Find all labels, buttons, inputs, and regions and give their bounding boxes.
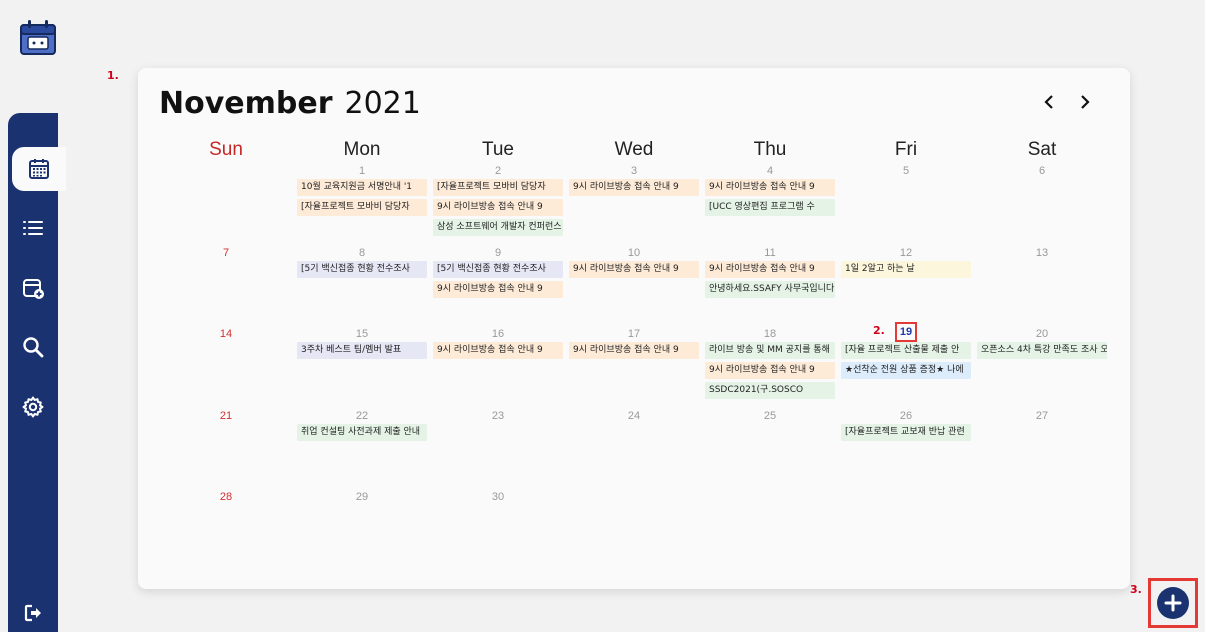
date-cell[interactable]: 21 (158, 410, 294, 422)
event-item[interactable]: SSDC2021(구.SOSCO (705, 382, 835, 399)
date-cell[interactable]: 26 (838, 410, 974, 422)
prev-month-button[interactable] (1037, 90, 1061, 114)
month-title: November 2021 (159, 86, 421, 121)
date-cell[interactable]: 22 (294, 410, 430, 422)
event-item[interactable]: 3주차 베스트 팀/멤버 발표 (297, 342, 427, 359)
date-cell[interactable]: 7 (158, 247, 294, 259)
date-cell[interactable]: 15 (294, 328, 430, 340)
date-cell[interactable]: 20 (974, 328, 1110, 340)
day-header-wed: Wed (614, 139, 654, 160)
day-header-sat: Sat (1027, 139, 1057, 160)
today-date-cell[interactable]: 19 (838, 322, 974, 342)
event-item[interactable]: 9시 라이브방송 접속 안내 9 (705, 260, 835, 278)
month-label: November (159, 86, 333, 121)
event-item[interactable]: 취업 컨설팅 사전과제 제출 안내 (297, 423, 427, 441)
event-item[interactable]: 오픈소스 4차 특강 만족도 조사 오 (977, 342, 1107, 359)
date-cell[interactable]: 8 (294, 247, 430, 259)
calendar-add-icon (23, 279, 44, 299)
event-item[interactable]: 9시 라이브방송 접속 안내 9 (569, 260, 699, 278)
annotation-1: 1. (107, 69, 119, 82)
date-cell[interactable]: 11 (702, 247, 838, 259)
app-logo-icon[interactable] (18, 18, 58, 58)
date-cell[interactable]: 10 (566, 247, 702, 259)
chevron-left-icon (1044, 95, 1053, 109)
day-header-mon: Mon (343, 139, 381, 160)
event-item[interactable]: [5기 백신접종 현황 전수조사 (297, 260, 427, 278)
event-item[interactable]: [5기 백신접종 현황 전수조사 (433, 260, 563, 278)
day-header-thu: Thu (753, 139, 787, 160)
nav-search[interactable] (8, 325, 58, 369)
date-cell[interactable]: 5 (838, 165, 974, 177)
date-cell[interactable]: 24 (566, 410, 702, 422)
day-header-sun: Sun (209, 139, 243, 160)
event-item[interactable]: 라이브 방송 및 MM 공지를 통해 (705, 342, 835, 359)
nav-calendar[interactable] (12, 147, 66, 191)
date-cell[interactable]: 1 (294, 165, 430, 177)
next-month-button[interactable] (1073, 90, 1097, 114)
date-cell[interactable]: 3 (566, 165, 702, 177)
gear-icon (22, 396, 44, 418)
annotation-3: 3. (1130, 583, 1142, 596)
event-item[interactable]: [자율프로젝트 교보재 반납 관련 (841, 423, 971, 441)
search-icon (23, 337, 44, 358)
date-cell[interactable]: 14 (158, 328, 294, 340)
add-schedule-button[interactable] (1157, 587, 1189, 619)
date-cell[interactable]: 18 (702, 328, 838, 340)
event-item[interactable]: [자율프로젝트 모바비 담당자 (297, 199, 427, 216)
calendar-icon (29, 159, 49, 179)
event-item[interactable]: [자율프로젝트 모바비 담당자 (433, 179, 563, 196)
logout-icon (24, 604, 41, 622)
event-item[interactable]: 9시 라이브방송 접속 안내 9 (705, 362, 835, 379)
date-cell[interactable]: 29 (294, 491, 430, 503)
event-item[interactable]: 9시 라이브방송 접속 안내 9 (705, 179, 835, 196)
date-cell[interactable]: 2 (430, 165, 566, 177)
date-cell[interactable]: 23 (430, 410, 566, 422)
event-item[interactable]: 9시 라이브방송 접속 안내 9 (569, 342, 699, 359)
date-cell[interactable]: 25 (702, 410, 838, 422)
event-item[interactable]: 10월 교육지원금 서명안내 '1 (297, 179, 427, 196)
logout-button[interactable] (8, 598, 58, 628)
calendar-card: November 2021 2. Sun Mon Tue Wed Thu Fri Sat 1 2 3… (138, 68, 1130, 589)
year-label: 2021 (344, 86, 421, 121)
sidebar (8, 113, 66, 632)
nav-settings[interactable] (8, 385, 58, 429)
date-cell[interactable]: 28 (158, 491, 294, 503)
date-cell[interactable]: 16 (430, 328, 566, 340)
event-item[interactable]: 9시 라이브방송 접속 안내 9 (433, 280, 563, 298)
date-cell[interactable]: 13 (974, 247, 1110, 259)
event-item[interactable]: ★선착순 전원 상품 증정★ 나에 (841, 362, 971, 379)
day-header-fri: Fri (894, 139, 918, 160)
add-schedule-highlight (1148, 578, 1198, 628)
date-cell[interactable]: 6 (974, 165, 1110, 177)
chevron-right-icon (1081, 95, 1090, 109)
day-header-tue: Tue (481, 139, 515, 160)
event-item[interactable]: 9시 라이브방송 접속 안내 9 (433, 199, 563, 216)
nav-list[interactable] (8, 206, 58, 250)
event-item[interactable]: [UCC 영상편집 프로그램 수 (705, 199, 835, 216)
event-item[interactable]: [자율 프로젝트 산출물 제출 안 (841, 342, 971, 359)
date-cell[interactable]: 12 (838, 247, 974, 259)
event-item[interactable]: 9시 라이브방송 접속 안내 9 (569, 179, 699, 196)
event-item[interactable]: 삼성 소프트웨어 개발자 컨퍼런스 (433, 219, 563, 236)
nav-add-schedule[interactable] (8, 266, 58, 310)
plus-icon (1164, 594, 1182, 612)
event-item[interactable]: 1일 2알고 하는 날 (841, 260, 971, 278)
list-icon (23, 221, 43, 235)
date-cell[interactable]: 30 (430, 491, 566, 503)
date-cell[interactable]: 9 (430, 247, 566, 259)
date-cell[interactable]: 4 (702, 165, 838, 177)
event-item[interactable]: 안녕하세요.SSAFY 사무국입니다 (705, 280, 835, 298)
date-cell[interactable]: 17 (566, 328, 702, 340)
date-cell[interactable]: 27 (974, 410, 1110, 422)
event-item[interactable]: 9시 라이브방송 접속 안내 9 (433, 342, 563, 359)
